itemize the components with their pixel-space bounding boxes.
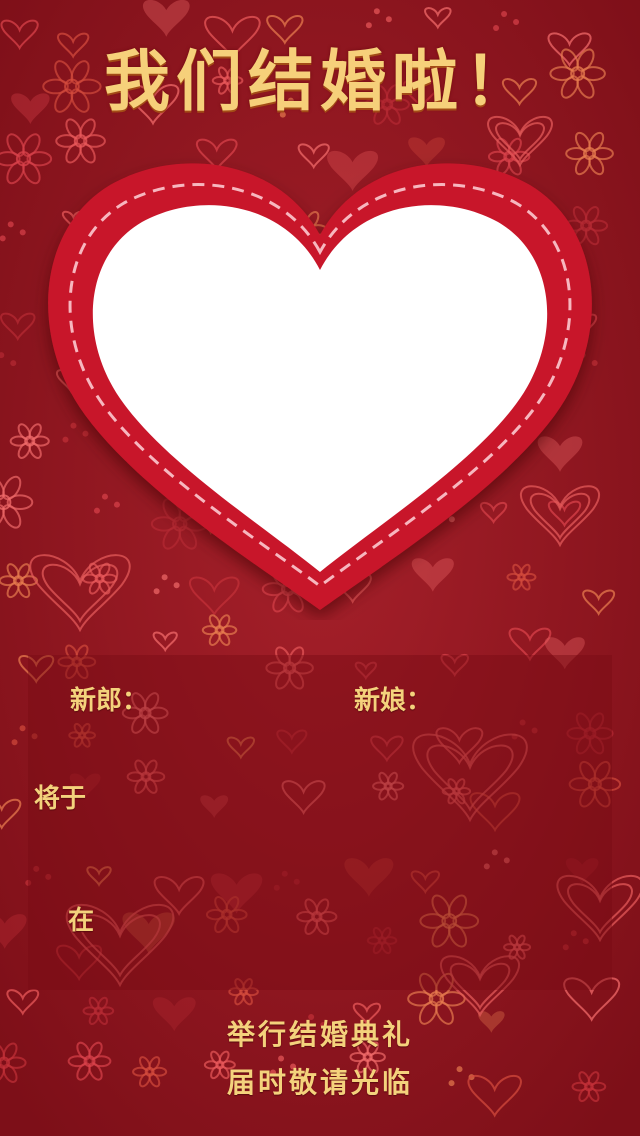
- bride-label: 新娘：: [354, 686, 433, 716]
- groom-label: 新郎：: [70, 686, 149, 716]
- welcome-line: 届时敬请光临: [226, 1066, 413, 1099]
- heart-photo-frame[interactable]: [30, 140, 610, 620]
- place-label: 在: [68, 906, 95, 936]
- page-title: 我们结婚啦！: [104, 43, 536, 120]
- date-label: 将于: [34, 784, 87, 814]
- ceremony-line: 举行结婚典礼: [226, 1018, 413, 1051]
